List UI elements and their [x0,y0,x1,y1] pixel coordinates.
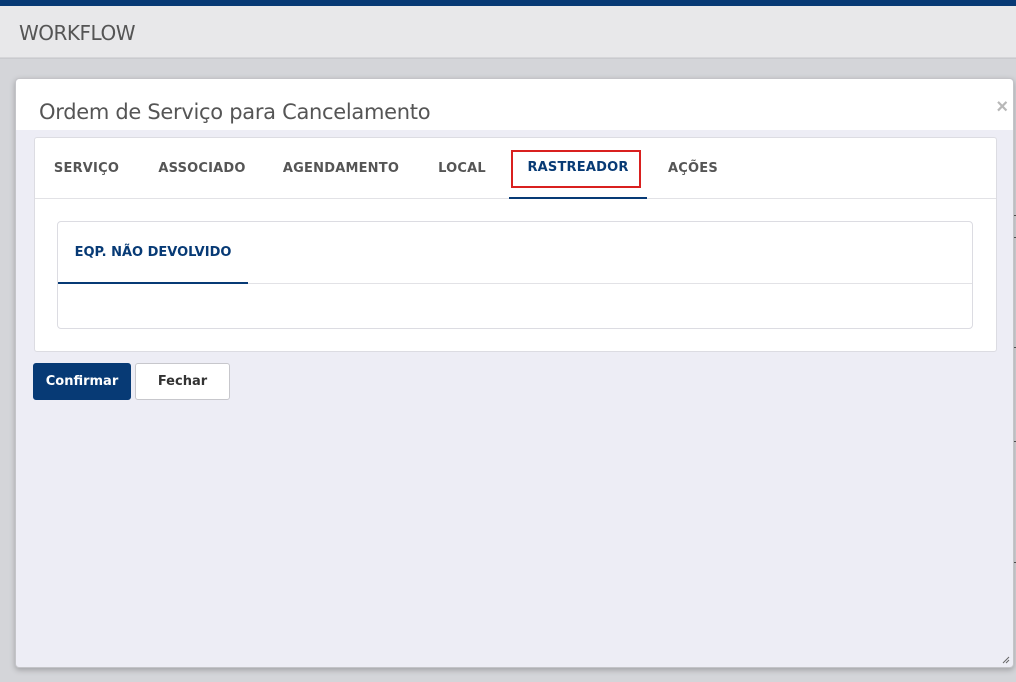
modal-title: Ordem de Serviço para Cancelamento [39,100,431,124]
rastreador-panel: EQP. NÃO DEVOLVIDO [57,221,973,329]
tab-local[interactable]: LOCAL [416,138,508,199]
tab-acoes[interactable]: AÇÕES [647,138,739,199]
confirm-button[interactable]: Confirmar [33,363,131,400]
highlight-box [511,150,641,188]
cancellation-order-modal: Ordem de Serviço para Cancelamento × SER… [15,78,1014,668]
app-title: WORKFLOW [19,21,135,45]
tabs-panel: SERVIÇO ASSOCIADO AGENDAMENTO LOCAL RAST… [34,137,997,352]
tab-agendamento[interactable]: AGENDAMENTO [266,138,416,199]
resize-grip-icon[interactable] [1002,656,1010,664]
tab-rastreador[interactable]: RASTREADOR [509,138,647,199]
subtab-bar: EQP. NÃO DEVOLVIDO [58,222,972,284]
close-icon[interactable]: × [996,97,1008,117]
subtab-eqp-nao-devolvido[interactable]: EQP. NÃO DEVOLVIDO [58,222,248,284]
tab-servico[interactable]: SERVIÇO [35,138,138,199]
tab-bar: SERVIÇO ASSOCIADO AGENDAMENTO LOCAL RAST… [35,138,996,199]
close-button[interactable]: Fechar [135,363,230,400]
tab-associado[interactable]: ASSOCIADO [138,138,266,199]
modal-header: Ordem de Serviço para Cancelamento × [16,79,1013,130]
app-header: WORKFLOW [0,6,1016,58]
